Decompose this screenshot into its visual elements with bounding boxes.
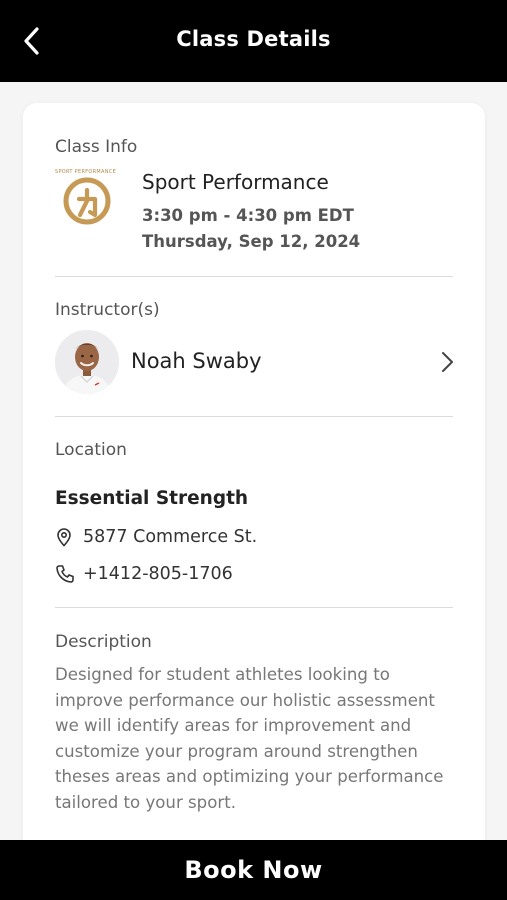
location-name: Essential Strength [55, 488, 249, 509]
address-row[interactable]: 5877 Commerce St. [55, 525, 257, 549]
phone-icon [56, 565, 74, 583]
phone-text: +1412-805-1706 [83, 564, 233, 584]
instructors-label: Instructor(s) [55, 300, 160, 320]
page-title: Class Details [176, 27, 331, 51]
chevron-right-icon [442, 352, 453, 372]
class-name: Sport Performance [142, 170, 329, 194]
book-now-button[interactable]: Book Now [0, 840, 507, 900]
map-pin-icon [57, 528, 71, 547]
class-info-label: Class Info [55, 137, 138, 157]
description-text: Designed for student athletes looking to… [55, 665, 444, 812]
instructor-name: Noah Swaby [131, 349, 262, 373]
location-label: Location [55, 440, 127, 460]
avatar [55, 330, 119, 394]
avatar-image [55, 330, 119, 394]
divider [55, 416, 453, 417]
phone-row[interactable]: +1412-805-1706 [55, 562, 233, 586]
class-time: 3:30 pm - 4:30 pm EDT [142, 206, 354, 225]
sport-performance-logo-icon [63, 177, 111, 225]
address-text: 5877 Commerce St. [83, 527, 258, 547]
book-now-label: Book Now [184, 856, 323, 884]
description-label: Description [55, 632, 152, 652]
divider [55, 607, 453, 608]
class-date: Thursday, Sep 12, 2024 [142, 232, 361, 251]
divider [55, 276, 453, 277]
instructor-row[interactable]: Noah Swaby [55, 328, 455, 396]
top-bar: Class Details [0, 0, 507, 82]
